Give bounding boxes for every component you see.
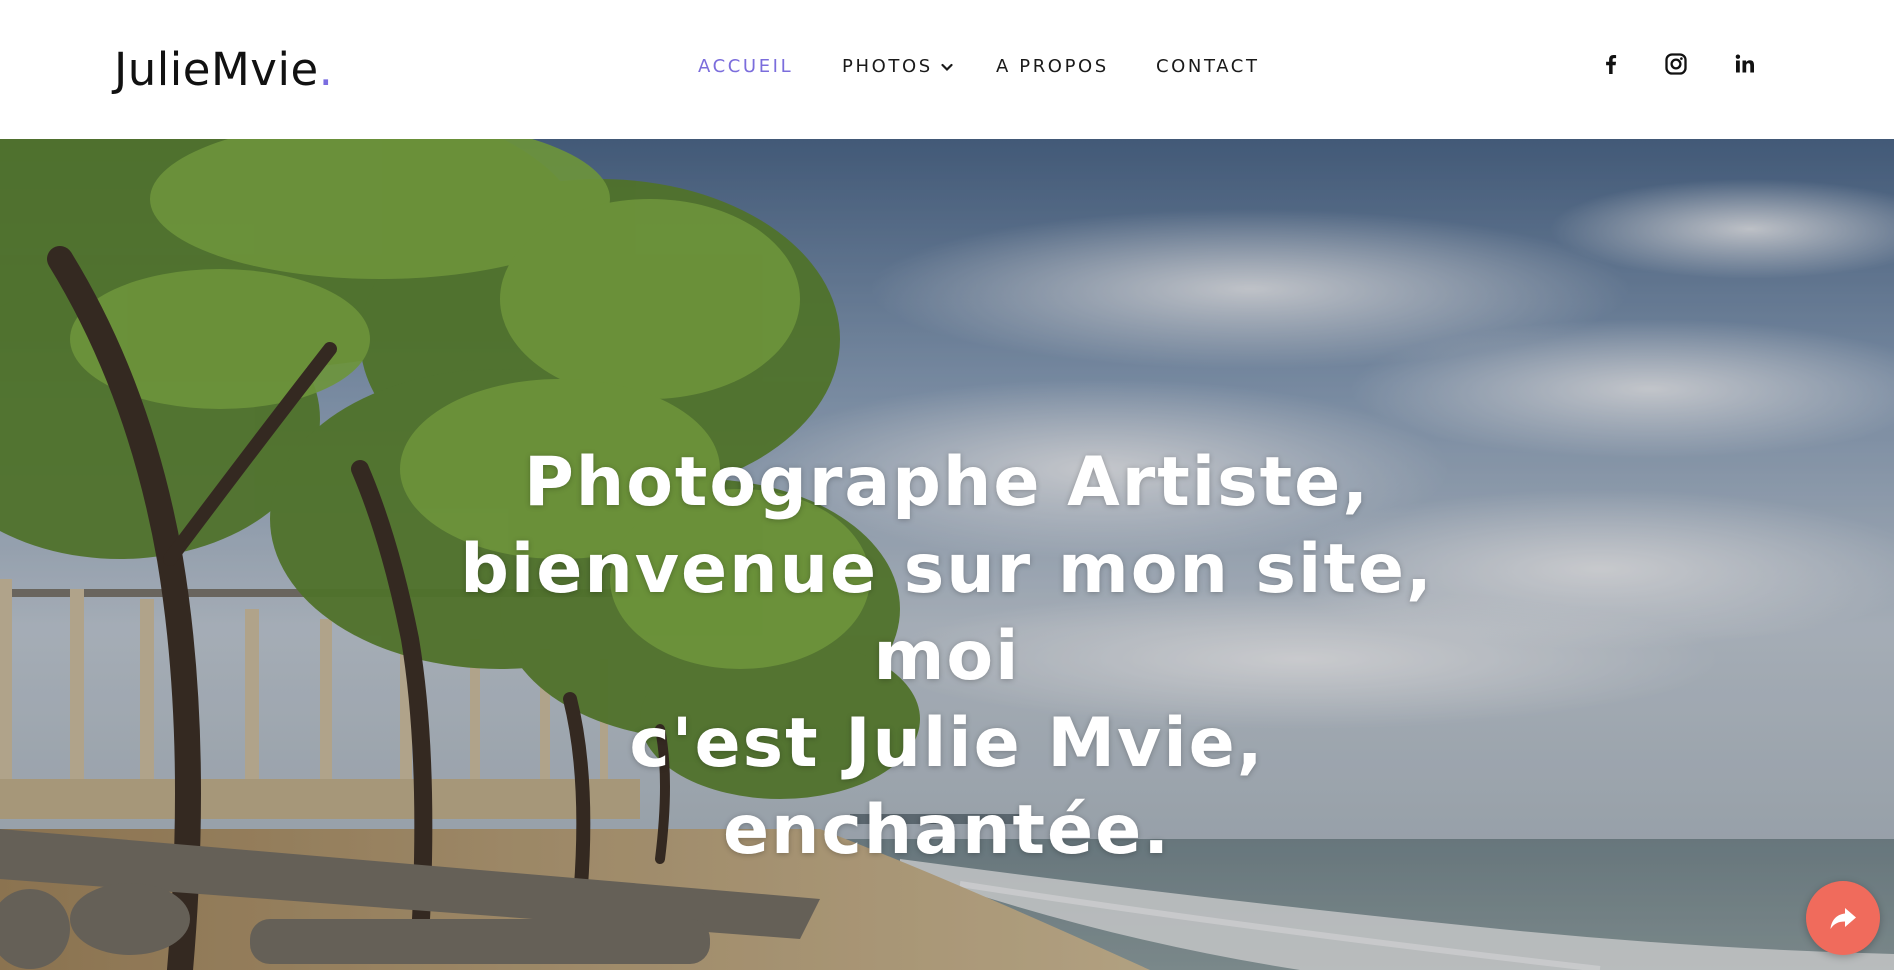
linkedin-icon[interactable]: [1731, 50, 1759, 78]
hero-title: Photographe Artiste, bienvenue sur mon s…: [447, 439, 1447, 874]
share-icon: [1830, 908, 1856, 929]
nav-item-a-propos[interactable]: A PROPOS: [996, 52, 1109, 82]
hero-title-line-2: bienvenue sur mon site, moi: [460, 530, 1434, 696]
facebook-icon[interactable]: [1597, 50, 1625, 78]
site-header: JulieMvie. ACCUEIL PHOTOS A PROPOS CONTA…: [0, 0, 1894, 139]
chevron-down-icon[interactable]: [941, 52, 953, 82]
hero-title-line-3: c'est Julie Mvie, enchantée.: [629, 704, 1265, 870]
share-button[interactable]: [1806, 881, 1880, 955]
nav-item-photos-label[interactable]: PHOTOS: [842, 56, 933, 77]
hero-title-line-1: Photographe Artiste,: [523, 443, 1371, 522]
instagram-icon[interactable]: [1662, 50, 1690, 78]
nav-item-contact[interactable]: CONTACT: [1156, 52, 1260, 82]
nav-item-accueil[interactable]: ACCUEIL: [698, 52, 793, 82]
nav-item-photos[interactable]: PHOTOS: [842, 52, 953, 82]
hero-section: Photographe Artiste, bienvenue sur mon s…: [0, 139, 1894, 970]
